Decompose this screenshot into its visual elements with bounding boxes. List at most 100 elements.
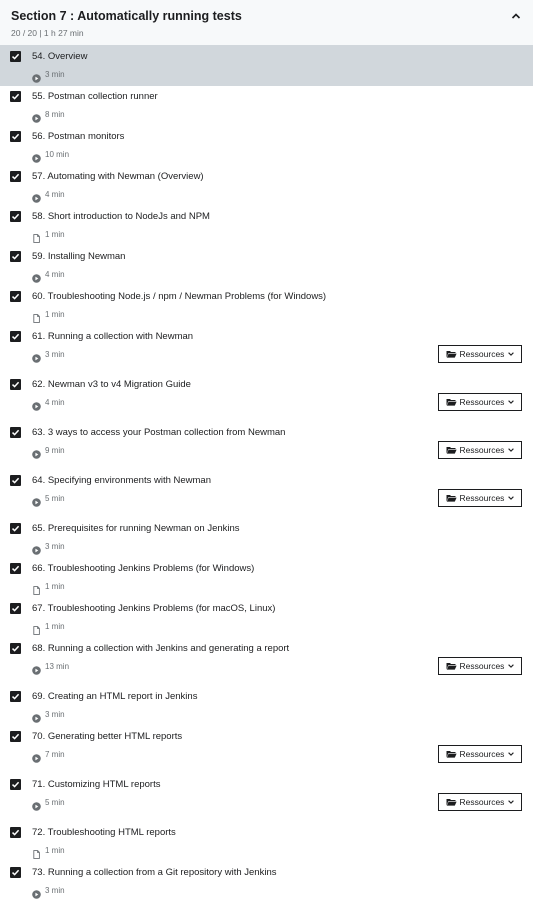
completed-checkbox[interactable] bbox=[10, 331, 21, 342]
duration-text: 3 min bbox=[45, 349, 65, 359]
resources-dropdown-button[interactable]: Ressources bbox=[438, 345, 522, 363]
resources-dropdown-button[interactable]: Ressources bbox=[438, 657, 522, 675]
completed-checkbox[interactable] bbox=[10, 523, 21, 534]
lecture-title[interactable]: 66. Troubleshooting Jenkins Problems (fo… bbox=[32, 563, 254, 575]
lecture-title[interactable]: 61. Running a collection with Newman bbox=[32, 331, 193, 343]
lecture-duration: 1 min bbox=[32, 844, 65, 859]
lecture-item[interactable]: 54. Overview 3 min bbox=[0, 46, 533, 86]
lecture-item[interactable]: 55. Postman collection runner 8 min bbox=[0, 86, 533, 126]
document-icon bbox=[32, 582, 41, 595]
lecture-title[interactable]: 72. Troubleshooting HTML reports bbox=[32, 827, 176, 839]
lecture-title[interactable]: 54. Overview bbox=[32, 51, 87, 63]
lecture-duration: 4 min bbox=[32, 268, 65, 283]
completed-checkbox[interactable] bbox=[10, 867, 21, 878]
lecture-item[interactable]: 69. Creating an HTML report in Jenkins 3 … bbox=[0, 686, 533, 726]
completed-checkbox[interactable] bbox=[10, 779, 21, 790]
chevron-up-icon[interactable] bbox=[511, 12, 521, 20]
lecture-item[interactable]: 65. Prerequisites for running Newman on … bbox=[0, 518, 533, 558]
lecture-title[interactable]: 59. Installing Newman bbox=[32, 251, 125, 263]
lecture-title[interactable]: 67. Troubleshooting Jenkins Problems (fo… bbox=[32, 603, 275, 615]
lecture-title[interactable]: 69. Creating an HTML report in Jenkins bbox=[32, 691, 197, 703]
lecture-title[interactable]: 70. Generating better HTML reports bbox=[32, 731, 182, 743]
play-circle-icon bbox=[32, 110, 41, 123]
lecture-title[interactable]: 60. Troubleshooting Node.js / npm / Newm… bbox=[32, 291, 326, 303]
completed-checkbox[interactable] bbox=[10, 827, 21, 838]
check-icon bbox=[11, 605, 20, 612]
completed-checkbox[interactable] bbox=[10, 171, 21, 182]
completed-checkbox[interactable] bbox=[10, 427, 21, 438]
check-icon bbox=[11, 525, 20, 532]
chevron-down-icon bbox=[508, 800, 515, 804]
lecture-item[interactable]: 58. Short introduction to NodeJs and NPM… bbox=[0, 206, 533, 246]
completed-checkbox[interactable] bbox=[10, 51, 21, 62]
section-meta: 20 / 20 | 1 h 27 min bbox=[11, 28, 84, 38]
lecture-title[interactable]: 64. Specifying environments with Newman bbox=[32, 475, 211, 487]
lecture-title[interactable]: 63. 3 ways to access your Postman collec… bbox=[32, 427, 285, 439]
completed-checkbox[interactable] bbox=[10, 563, 21, 574]
completed-checkbox[interactable] bbox=[10, 291, 21, 302]
check-icon bbox=[11, 333, 20, 340]
lecture-title[interactable]: 56. Postman monitors bbox=[32, 131, 124, 143]
section-header[interactable]: Section 7 : Automatically running tests … bbox=[0, 0, 533, 46]
resources-dropdown-button[interactable]: Ressources bbox=[438, 441, 522, 459]
check-icon bbox=[11, 213, 20, 220]
lecture-item[interactable]: 61. Running a collection with Newman 3 mi… bbox=[0, 326, 533, 374]
completed-checkbox[interactable] bbox=[10, 91, 21, 102]
resources-dropdown-button[interactable]: Ressources bbox=[438, 745, 522, 763]
duration-text: 4 min bbox=[45, 189, 65, 199]
completed-checkbox[interactable] bbox=[10, 211, 21, 222]
completed-checkbox[interactable] bbox=[10, 691, 21, 702]
play-circle-icon bbox=[32, 270, 41, 283]
lecture-title[interactable]: 68. Running a collection with Jenkins an… bbox=[32, 643, 289, 655]
duration-text: 7 min bbox=[45, 749, 65, 759]
lecture-item[interactable]: 72. Troubleshooting HTML reports 1 min bbox=[0, 822, 533, 862]
lecture-item[interactable]: 73. Running a collection from a Git repo… bbox=[0, 862, 533, 902]
lecture-item[interactable]: 57. Automating with Newman (Overview) 4 m… bbox=[0, 166, 533, 206]
lecture-duration: 5 min bbox=[32, 796, 65, 811]
lecture-title[interactable]: 58. Short introduction to NodeJs and NPM bbox=[32, 211, 210, 223]
lecture-item[interactable]: 71. Customizing HTML reports 5 min Ressour… bbox=[0, 774, 533, 822]
lecture-item[interactable]: 70. Generating better HTML reports 7 min R… bbox=[0, 726, 533, 774]
folder-open-icon bbox=[446, 447, 457, 454]
lecture-duration: 3 min bbox=[32, 348, 65, 363]
completed-checkbox[interactable] bbox=[10, 251, 21, 262]
lecture-item[interactable]: 59. Installing Newman 4 min bbox=[0, 246, 533, 286]
lecture-item[interactable]: 66. Troubleshooting Jenkins Problems (fo… bbox=[0, 558, 533, 598]
lecture-title[interactable]: 71. Customizing HTML reports bbox=[32, 779, 160, 791]
lecture-item[interactable]: 60. Troubleshooting Node.js / npm / Newm… bbox=[0, 286, 533, 326]
chevron-down-icon bbox=[508, 352, 515, 356]
play-circle-icon bbox=[32, 350, 41, 363]
resources-dropdown-button[interactable]: Ressources bbox=[438, 489, 522, 507]
check-icon bbox=[11, 253, 20, 260]
folder-open-icon bbox=[446, 399, 457, 406]
duration-text: 5 min bbox=[45, 493, 65, 503]
lecture-item[interactable]: 62. Newman v3 to v4 Migration Guide 4 min… bbox=[0, 374, 533, 422]
lecture-item[interactable]: 64. Specifying environments with Newman 5… bbox=[0, 470, 533, 518]
completed-checkbox[interactable] bbox=[10, 131, 21, 142]
play-circle-icon bbox=[32, 798, 41, 811]
lecture-duration: 5 min bbox=[32, 492, 65, 507]
lecture-item[interactable]: 68. Running a collection with Jenkins an… bbox=[0, 638, 533, 686]
lecture-title[interactable]: 65. Prerequisites for running Newman on … bbox=[32, 523, 240, 535]
check-icon bbox=[11, 381, 20, 388]
resources-dropdown-button[interactable]: Ressources bbox=[438, 393, 522, 411]
lecture-item[interactable]: 56. Postman monitors 10 min bbox=[0, 126, 533, 166]
completed-checkbox[interactable] bbox=[10, 731, 21, 742]
completed-checkbox[interactable] bbox=[10, 379, 21, 390]
resources-dropdown-button[interactable]: Ressources bbox=[438, 793, 522, 811]
completed-checkbox[interactable] bbox=[10, 603, 21, 614]
check-icon bbox=[11, 869, 20, 876]
completed-checkbox[interactable] bbox=[10, 475, 21, 486]
lecture-duration: 4 min bbox=[32, 396, 65, 411]
lecture-duration: 3 min bbox=[32, 540, 65, 555]
completed-checkbox[interactable] bbox=[10, 643, 21, 654]
lecture-item[interactable]: 63. 3 ways to access your Postman collec… bbox=[0, 422, 533, 470]
lecture-title[interactable]: 57. Automating with Newman (Overview) bbox=[32, 171, 204, 183]
lecture-title[interactable]: 73. Running a collection from a Git repo… bbox=[32, 867, 276, 879]
lecture-item[interactable]: 67. Troubleshooting Jenkins Problems (fo… bbox=[0, 598, 533, 638]
duration-text: 3 min bbox=[45, 69, 65, 79]
lecture-title[interactable]: 62. Newman v3 to v4 Migration Guide bbox=[32, 379, 191, 391]
lecture-title[interactable]: 55. Postman collection runner bbox=[32, 91, 158, 103]
lecture-duration: 1 min bbox=[32, 308, 65, 323]
section-title: Section 7 : Automatically running tests bbox=[11, 9, 242, 23]
